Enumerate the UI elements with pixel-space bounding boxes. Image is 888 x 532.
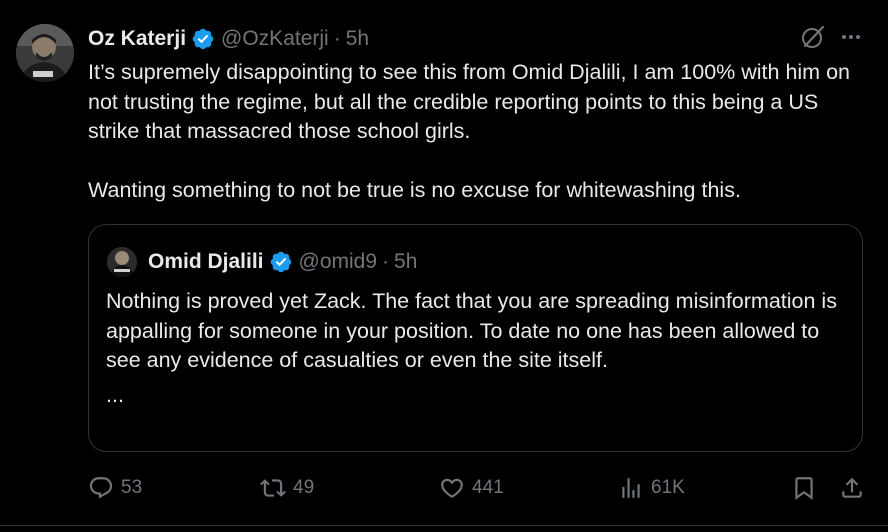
- reply-count: 53: [121, 477, 143, 498]
- like-icon: [439, 475, 465, 501]
- quoted-tweet-timestamp: 5h: [394, 250, 418, 273]
- quoted-tweet[interactable]: Omid Djalili @omid9 · 5h Nothing is prov…: [88, 224, 863, 452]
- quoted-tweet-body: Nothing is proved yet Zack. The fact tha…: [106, 289, 837, 372]
- verified-icon: [269, 250, 293, 274]
- tweet-paragraph: It’s supremely disappointing to see this…: [88, 60, 850, 143]
- grok-icon[interactable]: [800, 24, 826, 55]
- like-count: 441: [472, 477, 504, 498]
- author-name[interactable]: Oz Katerji: [88, 27, 186, 51]
- reply-button[interactable]: 53: [88, 472, 142, 504]
- repost-icon: [260, 475, 286, 501]
- author-avatar[interactable]: [16, 24, 74, 82]
- share-icon: [839, 475, 865, 501]
- top-actions: [800, 24, 862, 55]
- quoted-tweet-header: Omid Djalili @omid9 · 5h: [148, 247, 417, 277]
- verified-icon: [191, 27, 215, 51]
- bookmark-icon: [791, 475, 817, 501]
- views-count: 61K: [651, 477, 685, 498]
- tweet-header: Oz Katerji @OzKaterji · 5h: [88, 24, 369, 54]
- bottom-divider: [0, 525, 888, 532]
- bookmark-button[interactable]: [791, 472, 817, 504]
- quoted-tweet-ellipsis: ...: [106, 382, 124, 407]
- quoted-tweet-text: Nothing is proved yet Zack. The fact tha…: [106, 287, 851, 414]
- separator-dot: ·: [382, 250, 390, 273]
- more-icon[interactable]: [840, 26, 862, 53]
- tweet-paragraph: Wanting something to not be true is no e…: [88, 177, 741, 202]
- tweet-timestamp[interactable]: 5h: [346, 27, 369, 51]
- author-handle[interactable]: @OzKaterji: [221, 27, 329, 51]
- repost-count: 49: [293, 477, 315, 498]
- quoted-author-name: Omid Djalili: [148, 250, 264, 273]
- quoted-author-avatar[interactable]: [107, 247, 137, 277]
- views-icon: [618, 475, 644, 501]
- separator-dot: ·: [333, 27, 341, 50]
- repost-button[interactable]: 49: [260, 472, 314, 504]
- views-button[interactable]: 61K: [618, 472, 685, 504]
- reply-icon: [88, 475, 114, 501]
- tweet-text: It’s supremely disappointing to see this…: [88, 58, 868, 205]
- quoted-author-handle: @omid9: [298, 250, 378, 273]
- like-button[interactable]: 441: [439, 472, 504, 504]
- share-button[interactable]: [839, 472, 865, 504]
- tweet-actions: 53 49 441 61K: [88, 472, 868, 504]
